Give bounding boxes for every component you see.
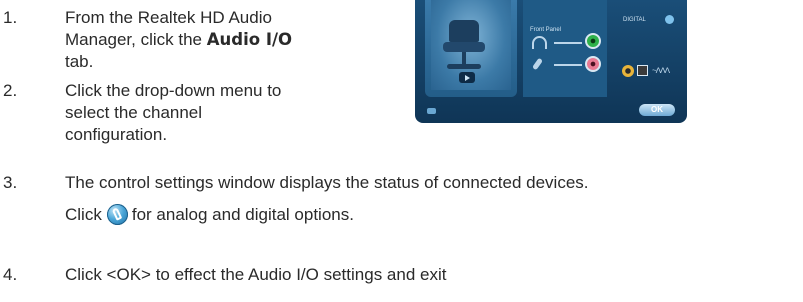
- optical-jack: [637, 65, 648, 76]
- step-number: 4.: [3, 265, 18, 284]
- spdif-wave-icon: ~ᐱᐱᐱ: [652, 66, 670, 75]
- headphone-icon: [532, 36, 547, 49]
- step-text: Click the drop-down menu to select the c…: [65, 81, 282, 144]
- help-icon[interactable]: [665, 15, 674, 24]
- step-text: From the Realtek HD Audio Manager, click…: [65, 8, 293, 71]
- help-icon: [106, 204, 128, 225]
- step-number: 2.: [3, 81, 18, 100]
- step-number: 3.: [3, 173, 18, 192]
- line-out-jack[interactable]: [585, 33, 601, 49]
- audio-manager-screenshot: Front Panel DIGITAL ~ᐱᐱᐱ OK: [415, 0, 687, 123]
- arrow-icon: [554, 42, 582, 44]
- arrow-icon: [554, 64, 582, 66]
- step-text: Click <OK> to effect the Audio I/O setti…: [65, 265, 447, 284]
- step-number: 1.: [3, 8, 18, 27]
- audio-io-tab-name: Audio I/O: [206, 30, 293, 49]
- digital-label: DIGITAL: [623, 17, 646, 23]
- coaxial-jack: [622, 65, 634, 77]
- front-panel-label: Front Panel: [530, 27, 562, 33]
- chair-icon: [449, 20, 479, 42]
- ok-button[interactable]: OK: [639, 104, 675, 116]
- step-text: The control settings window displays the…: [65, 173, 589, 225]
- realtek-logo-icon: [427, 108, 436, 114]
- play-button[interactable]: [459, 72, 475, 83]
- mic-in-jack[interactable]: [585, 56, 601, 72]
